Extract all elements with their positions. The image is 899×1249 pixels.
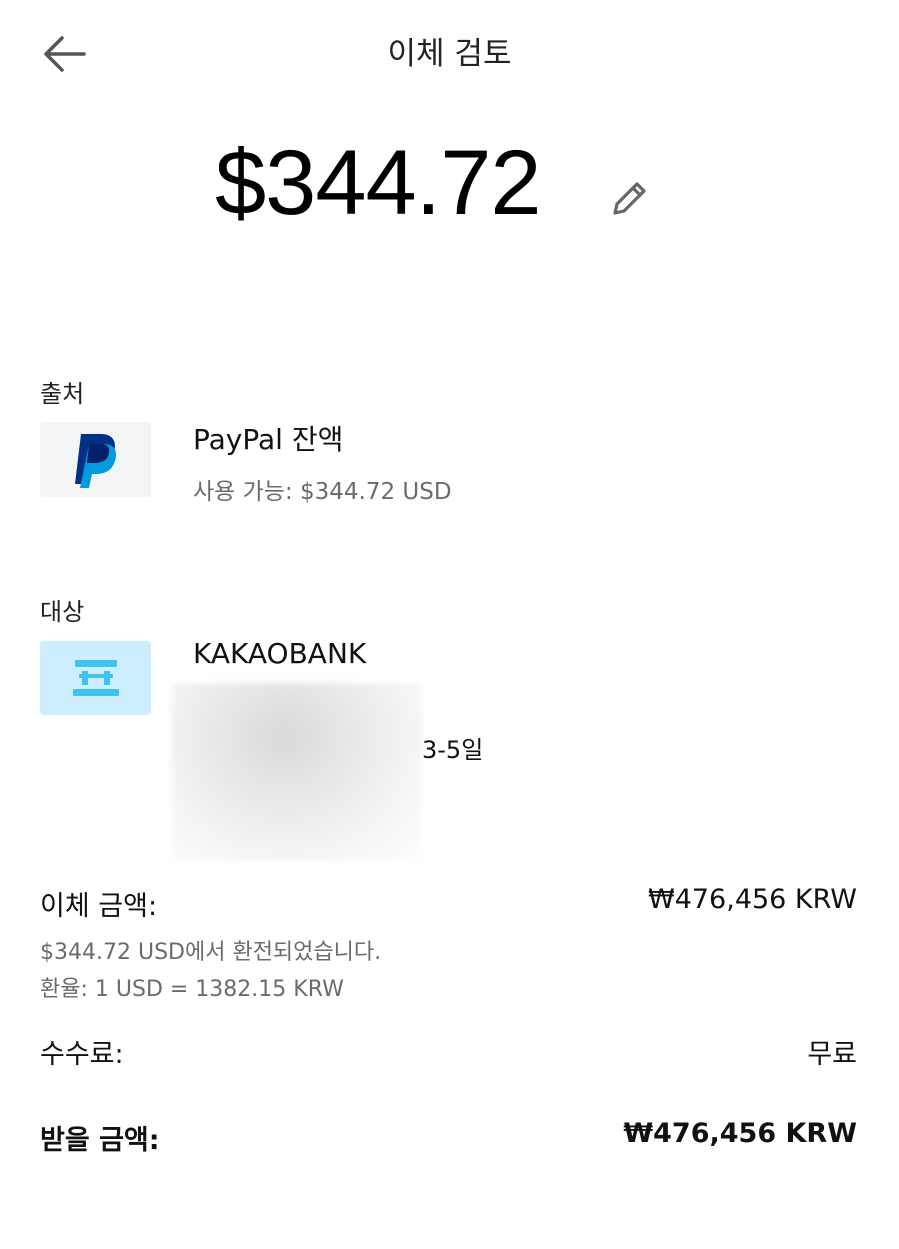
fee-label: 수수료: (40, 1039, 124, 1070)
paypal-logo-tile (40, 422, 151, 497)
destination-bank-name: KAKAOBANK (193, 637, 367, 670)
page-title: 이체 검토 (387, 36, 512, 72)
edit-amount-button[interactable] (600, 170, 658, 228)
pencil-icon (613, 182, 646, 215)
fee-value: 무료 (807, 1039, 857, 1070)
bank-icon-tile (40, 641, 151, 715)
source-available-balance: 사용 가능: $344.72 USD (193, 479, 452, 505)
transfer-amount-label: 이체 금액: (40, 891, 158, 922)
conversion-note: $344.72 USD에서 환전되었습니다. (40, 940, 382, 965)
destination-section-label: 대상 (40, 598, 85, 626)
bank-icon (72, 660, 119, 696)
source-name: PayPal 잔액 (193, 423, 344, 456)
receive-amount-label: 받을 금액: (40, 1125, 160, 1156)
transfer-amount: $344.72 (215, 132, 542, 234)
receive-amount-value: ₩476,456 KRW (623, 1118, 857, 1149)
source-section-label: 출처 (40, 380, 85, 408)
delivery-time: 3-5일 (422, 736, 484, 764)
exchange-rate-note: 환율: 1 USD = 1382.15 KRW (40, 977, 344, 1002)
redacted-account-info (172, 683, 422, 861)
paypal-logo (74, 433, 116, 488)
transfer-amount-value: ₩476,456 KRW (648, 884, 857, 915)
